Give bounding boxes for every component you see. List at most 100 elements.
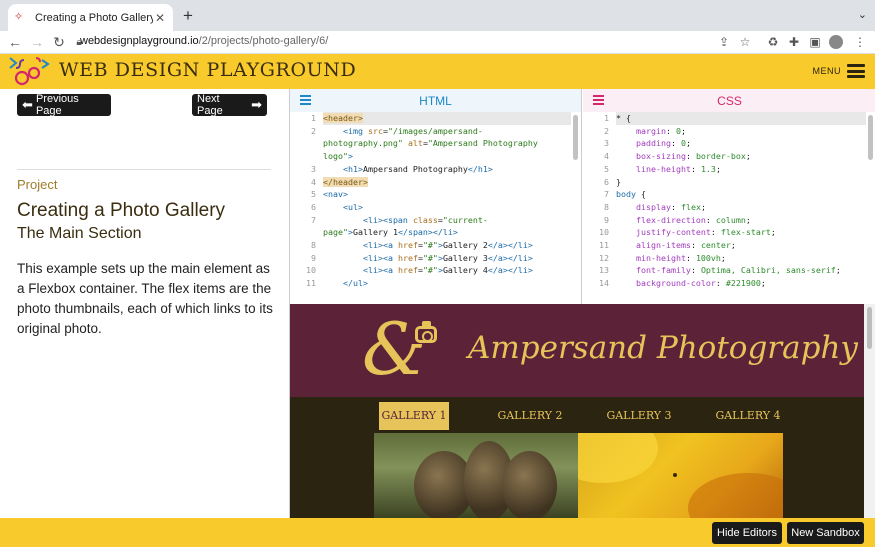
arrow-left-icon: ⬅	[22, 97, 33, 112]
html-code-lines[interactable]: <header> <img src="/images/ampersand-pho…	[323, 112, 571, 290]
line-number: 3	[604, 138, 609, 149]
html-code[interactable]: 1 2 3 4 56 7 8 9 10 11 <header> <img src="/imag…	[290, 112, 571, 304]
line-number: 12	[599, 252, 609, 263]
preview-nav-gallery-3[interactable]: GALLERY 3	[604, 402, 674, 430]
line-number	[290, 137, 320, 150]
browser-tab-bar: ✧ Creating a Photo Gallery: The M ✕ + ⌄	[0, 0, 875, 31]
petal-shape	[688, 473, 783, 518]
preview-scroll-track[interactable]	[864, 304, 875, 518]
css-line-numbers: 1 2 3 4 5 6 7 8 9 10 11 12 13 14	[583, 112, 613, 290]
preview-nav: GALLERY 1 GALLERY 2 GALLERY 3 GALLERY 4	[290, 397, 865, 432]
profile-avatar[interactable]	[829, 35, 843, 49]
html-scrollbar[interactable]	[573, 115, 578, 160]
statue-shape	[502, 451, 557, 518]
line-number: 5	[311, 189, 316, 200]
line-number: 7	[311, 214, 316, 225]
menu-button[interactable]: MENU	[812, 64, 865, 78]
line-number: 5	[604, 163, 609, 174]
line-number: 8	[604, 201, 609, 212]
puzzle-icon[interactable]: ✚	[786, 34, 802, 50]
html-line-numbers: 1 2 3 4 56 7 8 9 10 11	[290, 112, 320, 290]
url-host: webdesignplayground.io	[80, 35, 199, 47]
preview-photo-flower[interactable]	[578, 433, 783, 518]
browser-toolbar: ← → ↻ 🔒︎ webdesignplayground.io/2/projec…	[0, 31, 875, 54]
line-number: 6	[311, 201, 316, 212]
next-page-button[interactable]: Next Page ➡	[192, 93, 267, 117]
line-number: 4	[311, 176, 316, 187]
new-sandbox-button[interactable]: New Sandbox	[787, 522, 864, 544]
camera-icon	[415, 321, 437, 343]
site-logo-icon[interactable]	[8, 56, 52, 86]
lesson-title: Creating a Photo Gallery	[17, 200, 226, 221]
html-editor[interactable]: HTML 1 2 3 4 56 7 8 9 10 11 <header> <img src="…	[290, 89, 582, 304]
share-icon[interactable]: ⇪	[716, 34, 732, 50]
address-bar[interactable]: webdesignplayground.io/2/projects/photo-…	[80, 35, 328, 47]
css-scrollbar[interactable]	[868, 115, 873, 160]
preview-header: & Ampersand Photography	[290, 304, 865, 397]
lesson-description: This example sets up the main element as…	[17, 261, 273, 336]
browser-tab[interactable]: ✧ Creating a Photo Gallery: The M ✕	[8, 4, 173, 31]
arrow-right-icon: ➡	[251, 97, 262, 112]
line-number: 10	[306, 265, 316, 276]
sidebar-icon[interactable]: ▣	[807, 34, 823, 50]
extension-icon[interactable]: ♻	[765, 34, 781, 50]
preview-nav-gallery-4[interactable]: GALLERY 4	[713, 402, 783, 430]
reload-icon[interactable]: ↻	[50, 33, 68, 51]
line-number: 7	[604, 189, 609, 200]
css-editor-label: CSS	[717, 94, 742, 108]
previous-page-label: Previous Page	[35, 93, 79, 117]
line-number: 8	[311, 240, 316, 251]
preview-photo-statues[interactable]	[374, 433, 578, 518]
forward-icon[interactable]: →	[28, 33, 46, 51]
new-tab-button[interactable]: +	[178, 6, 198, 26]
menu-label: MENU	[812, 66, 841, 76]
css-editor[interactable]: CSS 1 2 3 4 5 6 7 8 9 10 11 12 13 14 * { margin: 0; p…	[583, 89, 875, 304]
line-number: 9	[604, 214, 609, 225]
bookmark-star-icon[interactable]: ☆	[737, 34, 753, 50]
next-page-label: Next Page	[197, 93, 223, 117]
line-number	[290, 226, 320, 239]
line-number: 11	[599, 240, 609, 251]
site-title[interactable]: WEB DESIGN PLAYGROUND	[59, 59, 356, 81]
lesson-eyebrow: Project	[17, 177, 58, 192]
hamburger-icon	[847, 64, 865, 78]
preview-scrollbar[interactable]	[867, 307, 872, 349]
more-menu-icon[interactable]: ⋮	[852, 34, 868, 50]
line-number: 4	[604, 151, 609, 162]
line-number: 11	[306, 278, 316, 289]
close-tab-icon[interactable]: ✕	[153, 11, 167, 25]
site-header: WEB DESIGN PLAYGROUND MENU	[0, 54, 875, 89]
line-number: 9	[311, 252, 316, 263]
html-editor-label: HTML	[419, 94, 452, 108]
tab-search-icon[interactable]: ⌄	[858, 8, 867, 21]
divider	[17, 169, 271, 170]
preview-nav-gallery-1: GALLERY 1	[379, 402, 449, 430]
css-code[interactable]: 1 2 3 4 5 6 7 8 9 10 11 12 13 14 * { margin: 0; paddi…	[583, 112, 866, 304]
line-number: 14	[599, 278, 609, 289]
hide-editors-button[interactable]: Hide Editors	[712, 522, 782, 544]
line-number: 3	[311, 163, 316, 174]
preview-site-title: Ampersand Photography	[468, 330, 858, 366]
line-number: 10	[599, 227, 609, 238]
preview-nav-gallery-2[interactable]: GALLERY 2	[495, 402, 565, 430]
lesson-subtitle: The Main Section	[17, 225, 142, 242]
insect-shape	[673, 473, 677, 477]
back-icon[interactable]: ←	[6, 33, 24, 51]
css-code-lines[interactable]: * { margin: 0; padding: 0; box-sizing: b…	[616, 112, 866, 290]
css-editor-header: CSS	[583, 89, 875, 112]
tab-title: Creating a Photo Gallery: The M	[35, 11, 153, 24]
line-number: 1	[604, 113, 609, 123]
line-number: 2	[604, 125, 609, 136]
html-editor-header: HTML	[290, 89, 581, 112]
preview-pane[interactable]: & Ampersand Photography GALLERY 1 GALLER…	[289, 304, 875, 518]
code-editors: HTML 12 34567 8 9 10 11 <header> <img src="…	[289, 89, 875, 304]
line-number: 2	[311, 125, 316, 136]
line-number: 6	[604, 176, 609, 187]
url-path: /2/projects/photo-gallery/6/	[198, 35, 329, 47]
line-number: 13	[599, 265, 609, 276]
previous-page-button[interactable]: ⬅ Previous Page	[17, 93, 111, 117]
favicon-icon: ✧	[14, 11, 24, 23]
petal-shape	[578, 433, 658, 483]
lesson-panel: ⬅ Previous Page Next Page ➡ Project Crea…	[0, 89, 289, 518]
bottom-bar: Hide Editors New Sandbox	[0, 518, 875, 547]
